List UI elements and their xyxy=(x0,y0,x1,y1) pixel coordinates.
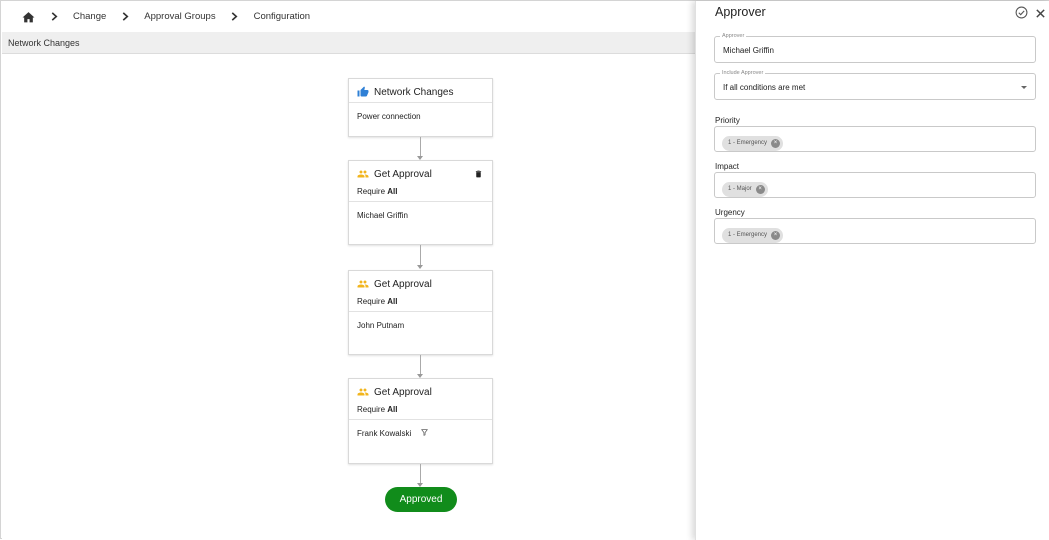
include-approver-select[interactable]: Include Approver If all conditions are m… xyxy=(714,70,1036,100)
dropdown-arrow-icon xyxy=(1021,86,1027,89)
approval-card[interactable]: Get Approval Require All Frank Kowalski xyxy=(348,378,493,464)
approver-name: Michael Griffin xyxy=(357,211,408,220)
breadcrumb-item-configuration: Configuration xyxy=(253,11,311,22)
approver-field-label: Approver xyxy=(720,33,747,39)
breadcrumb-item-approval-groups[interactable]: Approval Groups xyxy=(144,11,215,22)
flow-connector xyxy=(420,464,421,483)
impact-chip: 1 - Major × xyxy=(722,181,768,197)
card-title: Get Approval xyxy=(374,278,432,290)
require-label: Require All xyxy=(357,297,398,306)
card-title: Network Changes xyxy=(374,86,454,98)
flow-connector xyxy=(420,245,421,265)
trash-icon[interactable] xyxy=(474,169,484,179)
approver-name: John Putnam xyxy=(357,321,405,330)
card-detail: Power connection xyxy=(357,112,421,121)
flow-start-card[interactable]: Network Changes Power connection xyxy=(348,78,493,137)
card-title: Get Approval xyxy=(374,168,432,180)
impact-field[interactable]: 1 - Major × xyxy=(714,172,1036,198)
include-approver-label: Include Approver xyxy=(720,70,766,76)
chevron-right-icon xyxy=(224,12,246,21)
approved-end-node[interactable]: Approved xyxy=(385,487,457,512)
urgency-label: Urgency xyxy=(715,208,745,217)
chip-label: 1 - Major xyxy=(728,186,752,192)
require-label: Require All xyxy=(357,405,398,414)
approver-field[interactable]: Approver Michael Griffin xyxy=(714,33,1036,63)
flow-connector xyxy=(420,355,421,374)
group-icon xyxy=(357,278,369,290)
approver-panel: Approver Approver Michael Griffin Includ… xyxy=(695,1,1049,540)
group-icon xyxy=(357,386,369,398)
approval-card[interactable]: Get Approval Require All Michael Griffin xyxy=(348,160,493,245)
chip-label: 1 - Emergency xyxy=(728,232,768,238)
check-circle-icon[interactable] xyxy=(1015,6,1028,19)
approver-name: Frank Kowalski xyxy=(357,429,412,438)
include-approver-value: If all conditions are met xyxy=(723,83,806,92)
breadcrumb: Change Approval Groups Configuration xyxy=(1,1,695,32)
chip-remove-icon[interactable]: × xyxy=(771,230,781,240)
priority-label: Priority xyxy=(715,116,740,125)
urgency-field[interactable]: 1 - Emergency × xyxy=(714,218,1036,244)
chip-remove-icon[interactable]: × xyxy=(755,184,765,194)
priority-field[interactable]: 1 - Emergency × xyxy=(714,126,1036,152)
chevron-right-icon xyxy=(114,12,136,21)
chevron-right-icon xyxy=(43,12,65,21)
breadcrumb-item-change[interactable]: Change xyxy=(73,11,106,22)
chip-remove-icon[interactable]: × xyxy=(771,138,781,148)
panel-title: Approver xyxy=(715,5,766,19)
impact-label: Impact xyxy=(715,162,740,171)
flow-connector xyxy=(420,137,421,156)
home-icon[interactable] xyxy=(21,10,35,24)
priority-chip: 1 - Emergency × xyxy=(722,135,784,151)
urgency-chip: 1 - Emergency × xyxy=(722,227,784,243)
page-subheader: Network Changes xyxy=(2,32,695,54)
app-frame: Change Approval Groups Configuration Net… xyxy=(0,0,1049,540)
approval-card[interactable]: Get Approval Require All John Putnam xyxy=(348,270,493,355)
thumbs-up-icon xyxy=(357,86,369,98)
require-label: Require All xyxy=(357,187,398,196)
filter-icon[interactable] xyxy=(421,429,429,438)
group-icon xyxy=(357,168,369,180)
close-icon[interactable] xyxy=(1035,6,1047,18)
chip-label: 1 - Emergency xyxy=(728,140,768,146)
arrow-down-icon xyxy=(417,265,423,269)
card-title: Get Approval xyxy=(374,386,432,398)
approver-field-value: Michael Griffin xyxy=(723,46,774,55)
